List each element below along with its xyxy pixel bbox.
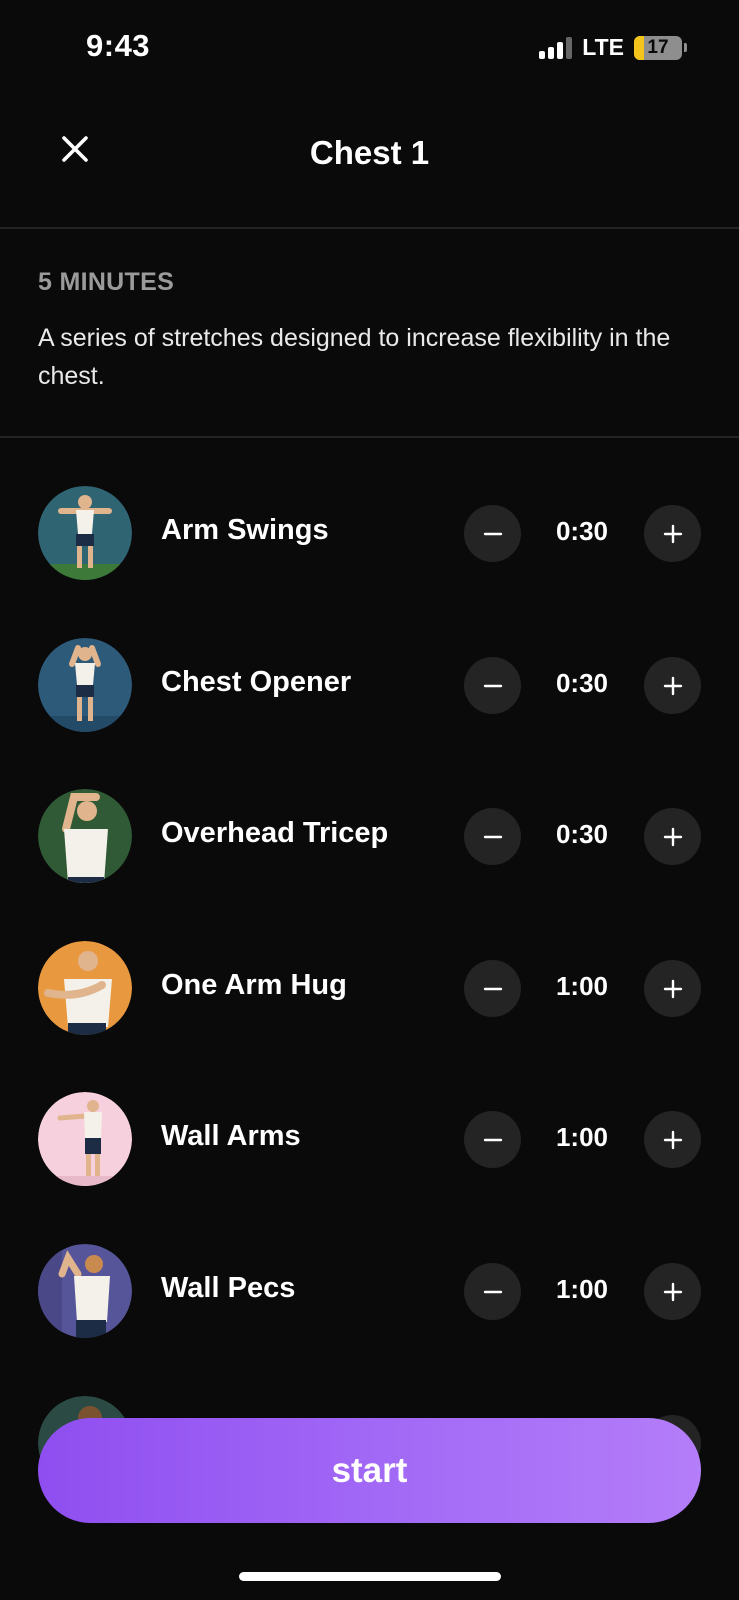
summary-divider [0, 436, 739, 438]
minus-icon [483, 684, 502, 687]
increase-time-button[interactable] [644, 1263, 701, 1320]
plus-icon [663, 1130, 682, 1149]
battery-icon: 17 [634, 35, 682, 60]
decrease-time-button[interactable] [464, 808, 521, 865]
minus-icon [483, 1290, 502, 1293]
exercise-thumbnail [38, 638, 132, 732]
plus-icon [663, 676, 682, 695]
exercise-name: Chest Opener [161, 666, 352, 698]
decrease-time-button[interactable] [464, 505, 521, 562]
status-indicators: LTE 17 [539, 34, 687, 61]
exercise-thumbnail [38, 1244, 132, 1338]
exercise-time: 1:00 [555, 1122, 609, 1152]
workout-summary: 5 MINUTES A series of stretches designed… [38, 268, 708, 395]
exercise-time: 0:30 [555, 516, 609, 546]
exercise-time: 0:30 [555, 668, 609, 698]
exercise-name: Arm Swings [161, 514, 329, 546]
minus-icon [483, 987, 502, 990]
exercise-time: 1:00 [555, 1274, 609, 1304]
plus-icon [663, 1282, 682, 1301]
plus-icon [663, 524, 682, 543]
exercise-row: Chest Opener 0:30 [0, 638, 739, 738]
exercise-time: 0:30 [555, 819, 609, 849]
exercise-row: One Arm Hug 1:00 [0, 941, 739, 1041]
exercise-name: Wall Arms [161, 1120, 301, 1152]
exercise-row: Overhead Tricep 0:30 [0, 789, 739, 889]
battery-level: 17 [647, 36, 669, 58]
workout-duration: 5 MINUTES [38, 268, 175, 296]
minus-icon [483, 835, 502, 838]
increase-time-button[interactable] [644, 808, 701, 865]
start-button[interactable]: start [38, 1418, 701, 1523]
battery-nub [684, 43, 687, 52]
exercise-thumbnail [38, 941, 132, 1035]
exercise-thumbnail [38, 1092, 132, 1186]
workout-description: A series of stretches designed to increa… [38, 324, 671, 390]
plus-icon [663, 827, 682, 846]
decrease-time-button[interactable] [464, 1111, 521, 1168]
decrease-time-button[interactable] [464, 960, 521, 1017]
home-indicator[interactable] [239, 1572, 501, 1581]
exercise-row: Wall Arms 1:00 [0, 1092, 739, 1192]
plus-icon [663, 979, 682, 998]
increase-time-button[interactable] [644, 505, 701, 562]
exercise-row: Wall Pecs 1:00 [0, 1244, 739, 1344]
decrease-time-button[interactable] [464, 1263, 521, 1320]
status-bar: 9:43 LTE 17 [0, 0, 739, 100]
exercise-name: One Arm Hug [161, 969, 347, 1001]
signal-icon [539, 36, 573, 59]
minus-icon [483, 532, 502, 535]
start-label: start [331, 1450, 408, 1490]
exercise-thumbnail [38, 789, 132, 883]
exercise-time: 1:00 [555, 971, 609, 1001]
increase-time-button[interactable] [644, 657, 701, 714]
header: Chest 1 [0, 100, 739, 228]
decrease-time-button[interactable] [464, 657, 521, 714]
exercise-name: Overhead Tricep [161, 817, 389, 849]
increase-time-button[interactable] [644, 1111, 701, 1168]
status-time: 9:43 [86, 28, 151, 63]
increase-time-button[interactable] [644, 960, 701, 1017]
network-label: LTE [582, 34, 624, 60]
exercise-name: Wall Pecs [161, 1272, 296, 1304]
exercise-thumbnail [38, 486, 132, 580]
exercise-row: Arm Swings 0:30 [0, 486, 739, 586]
header-divider [0, 227, 739, 229]
minus-icon [483, 1138, 502, 1141]
page-title: Chest 1 [309, 134, 430, 171]
